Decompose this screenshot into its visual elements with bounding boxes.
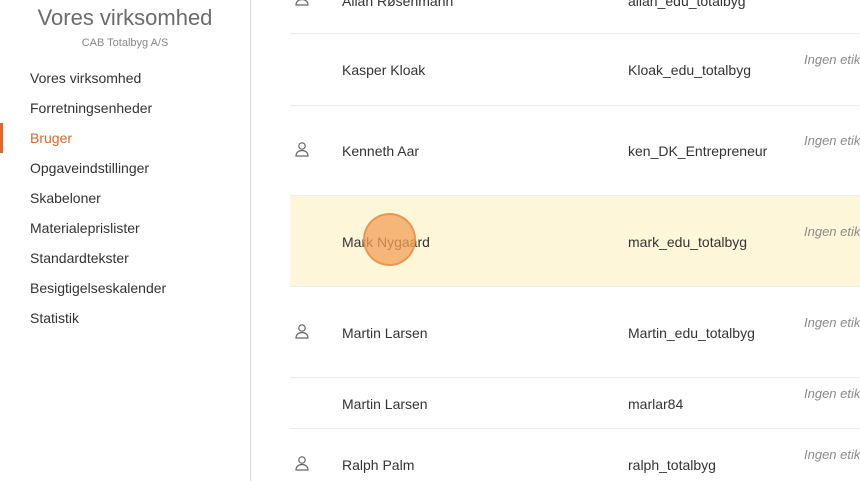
user-icon [294,0,310,6]
user-name: Ralph Palm [342,457,415,473]
user-username: Kloak_edu_totalbyg [628,62,751,78]
user-tag: Ingen etik [804,133,860,148]
user-username: ralph_totalbyg [628,457,716,473]
table-row[interactable]: Allan Røsenmann allan_edu_totalbyg [290,0,860,34]
user-icon [294,141,310,157]
user-name: Kasper Kloak [342,62,426,78]
table-row[interactable]: Martin Larsen Martin_edu_totalbyg Ingen … [290,287,860,378]
table-row[interactable]: Kenneth Aar ken_DK_Entrepreneur Ingen et… [290,106,860,196]
table-row[interactable]: Kasper Kloak Kloak_edu_totalbyg Ingen et… [290,34,860,106]
table-row[interactable]: Mark Nygaard mark_edu_totalbyg Ingen eti… [290,196,860,287]
sidebar-item-materialeprislister[interactable]: Materialeprislister [0,213,250,243]
sidebar-item-bruger[interactable]: Bruger [0,123,250,153]
user-tag: Ingen etik [804,386,860,401]
user-username: marlar84 [628,396,684,412]
table-row[interactable]: Martin Larsen marlar84 Ingen etik [290,378,860,429]
user-username: mark_edu_totalbyg [628,234,748,250]
sidebar-item-opgaveindstillinger[interactable]: Opgaveindstillinger [0,153,250,183]
user-username: Martin_edu_totalbyg [628,325,755,341]
sidebar-nav: Vores virksomhed Forretningsenheder Brug… [0,63,250,333]
sidebar-item-forretningsenheder[interactable]: Forretningsenheder [0,93,250,123]
user-name: Kenneth Aar [342,143,420,159]
sidebar-item-skabeloner[interactable]: Skabeloner [0,183,250,213]
user-icon [294,323,310,339]
user-tag: Ingen etik [804,224,860,239]
sidebar-item-besigtigelseskalender[interactable]: Besigtigelseskalender [0,273,250,303]
user-name: Martin Larsen [342,325,428,341]
table-row[interactable]: Ralph Palm ralph_totalbyg Ingen etik [290,429,860,481]
user-tag: Ingen etik [804,315,860,330]
user-username: allan_edu_totalbyg [628,0,746,9]
user-list: Allan Røsenmann allan_edu_totalbyg Kaspe… [252,0,860,481]
user-name: Allan Røsenmann [342,0,454,9]
sidebar-item-statistik[interactable]: Statistik [0,303,250,333]
sidebar-item-standardtekster[interactable]: Standardtekster [0,243,250,273]
org-name: Vores virksomhed [37,5,213,30]
user-tag: Ingen etik [804,447,860,462]
user-icon [294,455,310,471]
sidebar-item-vores-virksomhed[interactable]: Vores virksomhed [0,63,250,93]
user-tag: Ingen etik [804,52,860,67]
org-subtitle: CAB Totalbyg A/S [81,37,169,49]
user-name: Martin Larsen [342,396,428,412]
user-name: Mark Nygaard [342,234,430,250]
sidebar: Vores virksomhed CAB Totalbyg A/S Vores … [0,0,251,481]
user-username: ken_DK_Entrepreneur [628,143,768,159]
